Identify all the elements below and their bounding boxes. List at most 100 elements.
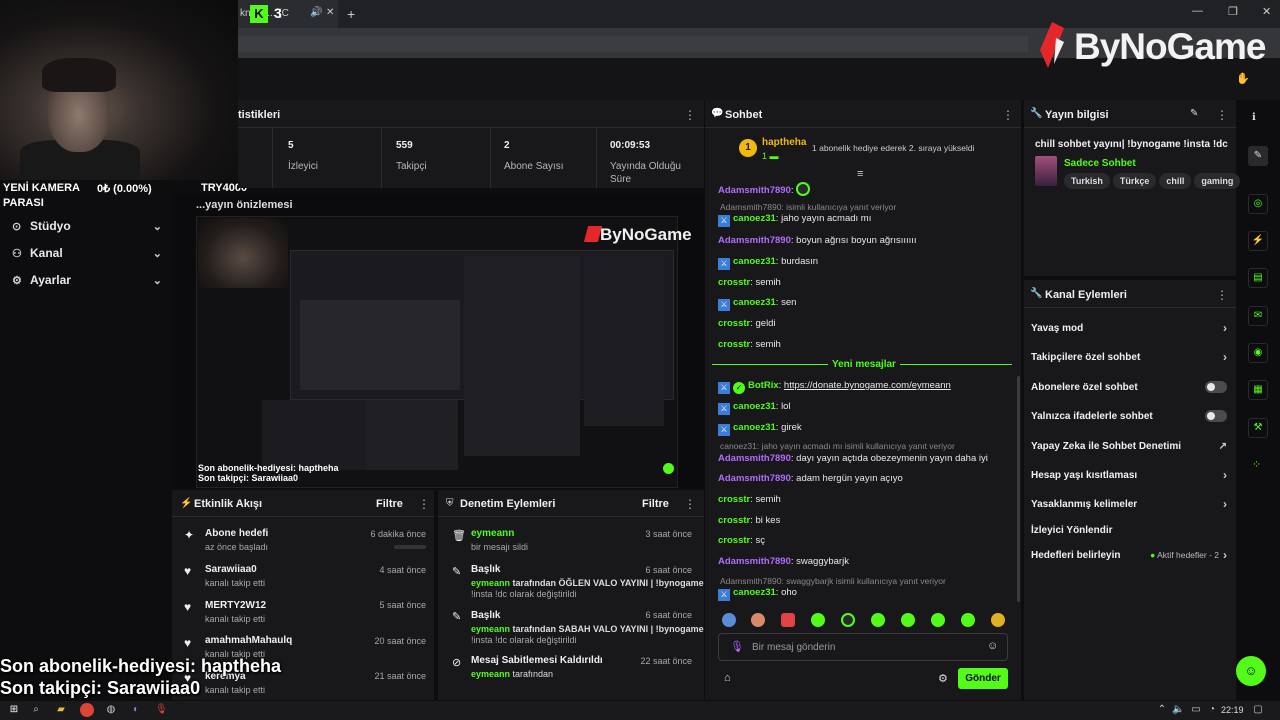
close-tab-icon[interactable]: ✕ xyxy=(326,7,334,18)
apps-icon[interactable]: ⁘ xyxy=(1252,458,1261,471)
chat-username[interactable]: Adamsmith7890 xyxy=(718,185,791,196)
minimize-icon[interactable]: — xyxy=(1192,5,1203,17)
network-icon[interactable]: ▭ xyxy=(1190,704,1202,716)
action-goals[interactable]: Hedefleri belirleyin ● Aktif hedefler - 2… xyxy=(1031,547,1227,563)
chat-username[interactable]: Adamsmith7890 xyxy=(718,556,791,567)
sidebar-item-channel[interactable]: ⚇ Kanal ⌄ xyxy=(12,243,162,263)
chat-username[interactable]: canoez31 xyxy=(733,256,776,267)
chat-username[interactable]: Adamsmith7890 xyxy=(718,473,791,484)
emoji-icon[interactable]: ☺ xyxy=(987,640,998,652)
folder-icon[interactable]: ▰ xyxy=(55,704,67,716)
more-options-icon[interactable]: ⋮ xyxy=(1002,108,1014,122)
moderation-filter-button[interactable]: Filtre xyxy=(642,498,669,510)
wifi-icon[interactable]: ◔ xyxy=(1206,704,1218,716)
broadcast-icon[interactable]: ◉ xyxy=(1248,343,1268,363)
close-window-icon[interactable]: ✕ xyxy=(1262,5,1271,18)
chrome-icon[interactable] xyxy=(80,703,94,717)
chat-message[interactable]: crosstr: semih xyxy=(718,277,781,288)
chat-username[interactable]: crosstr xyxy=(718,339,750,350)
chat-message[interactable]: ⚔ ✓ BotRix: https://donate.bynogame.com/ey… xyxy=(718,380,951,394)
chat-message[interactable]: ⚔ canoez31: sen xyxy=(718,297,796,311)
send-button[interactable]: Gönder xyxy=(958,668,1008,689)
notifications-icon[interactable]: ▢ xyxy=(1252,704,1264,716)
emote-icon[interactable] xyxy=(781,613,795,627)
action-account-age[interactable]: Hesap yaşı kısıtlaması › xyxy=(1031,467,1227,483)
edit-icon[interactable]: ✎ xyxy=(1190,108,1198,119)
action-raid[interactable]: İzleyici Yönlendir xyxy=(1031,522,1227,538)
mic-app-icon[interactable]: 🎙 xyxy=(155,704,168,716)
address-bar[interactable] xyxy=(238,36,1028,52)
sidebar-item-studio[interactable]: ⊙ Stüdyo ⌄ xyxy=(12,216,162,236)
tools-icon[interactable]: ⚒ xyxy=(1248,418,1268,438)
chat-username[interactable]: Adamsmith7890 xyxy=(718,235,791,246)
chat-username[interactable]: crosstr xyxy=(718,515,750,526)
chat-message[interactable]: ⚔ canoez31: jaho yayın acmadı mı xyxy=(718,213,871,227)
chat-message[interactable]: crosstr: geldi xyxy=(718,318,776,329)
focus-icon[interactable]: ◎ xyxy=(1248,194,1268,214)
activity-filter-button[interactable]: Filtre xyxy=(376,498,403,510)
edit-rail-icon[interactable]: ✎ xyxy=(1248,146,1268,166)
more-options-icon[interactable]: ⋮ xyxy=(684,497,696,511)
support-chat-icon[interactable]: ☺ xyxy=(1236,656,1266,686)
emote-icon[interactable] xyxy=(722,613,736,627)
chat-message[interactable]: crosstr: semih xyxy=(718,494,781,505)
emote-icon[interactable] xyxy=(901,613,915,627)
chat-username[interactable]: crosstr xyxy=(718,277,750,288)
layout-icon[interactable]: ▦ xyxy=(1248,380,1268,400)
sidebar-item-settings[interactable]: ⚙ Ayarlar ⌄ xyxy=(12,270,162,290)
chat-username[interactable]: BotRix xyxy=(748,380,779,391)
action-slow-mode[interactable]: Yavaş mod › xyxy=(1031,320,1227,336)
chat-message[interactable]: Adamsmith7890: dayı yayın açtıda obezeym… xyxy=(718,453,988,464)
store-icon[interactable]: ⌂ xyxy=(724,672,731,684)
search-icon[interactable]: ⌕ xyxy=(30,704,42,716)
chat-username[interactable]: canoez31 xyxy=(733,401,776,412)
chat-scrollbar[interactable] xyxy=(1017,376,1020,602)
lightning-rail-icon[interactable]: ⚡ xyxy=(1248,231,1268,251)
more-options-icon[interactable]: ⋮ xyxy=(1216,288,1228,302)
emote-icon[interactable] xyxy=(841,613,855,627)
emote-icon[interactable] xyxy=(931,613,945,627)
microphone-icon[interactable]: 🎙 xyxy=(730,640,744,653)
action-banned-words[interactable]: Yasaklanmış kelimeler › xyxy=(1031,496,1227,512)
new-tab-button[interactable]: + xyxy=(347,6,355,22)
speaker-tray-icon[interactable]: 🔈 xyxy=(1172,704,1184,716)
chat-username[interactable]: Adamsmith7890 xyxy=(718,453,791,464)
action-subscribers-only[interactable]: Abonelere özel sohbet xyxy=(1031,379,1227,395)
chat-username[interactable]: crosstr xyxy=(718,494,750,505)
action-ai-moderation[interactable]: Yapay Zeka ile Sohbet Denetimi ↗ xyxy=(1031,438,1227,454)
chat-message[interactable]: Adamsmith7890: xyxy=(718,182,811,196)
chat-username[interactable]: crosstr xyxy=(718,535,750,546)
chat-message[interactable]: Adamsmith7890: adam hergün yayın açıyo xyxy=(718,473,903,484)
chat-message[interactable]: ⚔ canoez31: lol xyxy=(718,401,791,415)
emote-icon[interactable] xyxy=(811,613,825,627)
maximize-icon[interactable]: ❐ xyxy=(1228,5,1238,18)
collapse-pin-icon[interactable]: ≡ xyxy=(857,168,863,180)
chat-message[interactable]: crosstr: bi kes xyxy=(718,515,780,526)
donate-link[interactable]: https://donate.bynogame.com/eymeann xyxy=(784,380,951,391)
more-options-icon[interactable]: ⋮ xyxy=(1216,108,1228,122)
info-icon[interactable]: ℹ xyxy=(1252,112,1256,123)
chat-username[interactable]: canoez31 xyxy=(733,213,776,224)
chat-message[interactable]: ⚔ canoez31: girek xyxy=(718,422,802,436)
chat-username[interactable]: canoez31 xyxy=(733,587,776,598)
chat-message[interactable]: crosstr: semih xyxy=(718,339,781,350)
chat-username[interactable]: crosstr xyxy=(718,318,750,329)
chat-message[interactable]: ⚔ canoez31: burdasın xyxy=(718,256,818,270)
more-options-icon[interactable]: ⋮ xyxy=(418,497,430,511)
speaker-icon[interactable]: 🔊 xyxy=(310,7,322,18)
subscribers-only-toggle[interactable] xyxy=(1205,381,1227,393)
chat-message[interactable]: Adamsmith7890: boyun ağrısı boyun ağrısı… xyxy=(718,235,917,246)
emote-icon[interactable] xyxy=(991,613,1005,627)
discord-icon[interactable]: ◐ xyxy=(130,704,142,716)
chat-username[interactable]: canoez31 xyxy=(733,422,776,433)
chat-message[interactable]: crosstr: sç xyxy=(718,535,765,546)
chat-message[interactable]: Adamsmith7890: swaggybarjk xyxy=(718,556,849,567)
document-icon[interactable]: ▤ xyxy=(1248,268,1268,288)
emote-icon[interactable] xyxy=(751,613,765,627)
chevron-up-icon[interactable]: ⌃ xyxy=(1156,704,1168,716)
category-name[interactable]: Sadece Sohbet xyxy=(1064,158,1136,169)
chat-message[interactable]: ⚔ canoez31: oho xyxy=(718,587,797,601)
chat-rail-icon[interactable]: ✉ xyxy=(1248,306,1268,326)
chat-username[interactable]: canoez31 xyxy=(733,297,776,308)
windows-start-icon[interactable]: ⊞ xyxy=(8,704,20,716)
